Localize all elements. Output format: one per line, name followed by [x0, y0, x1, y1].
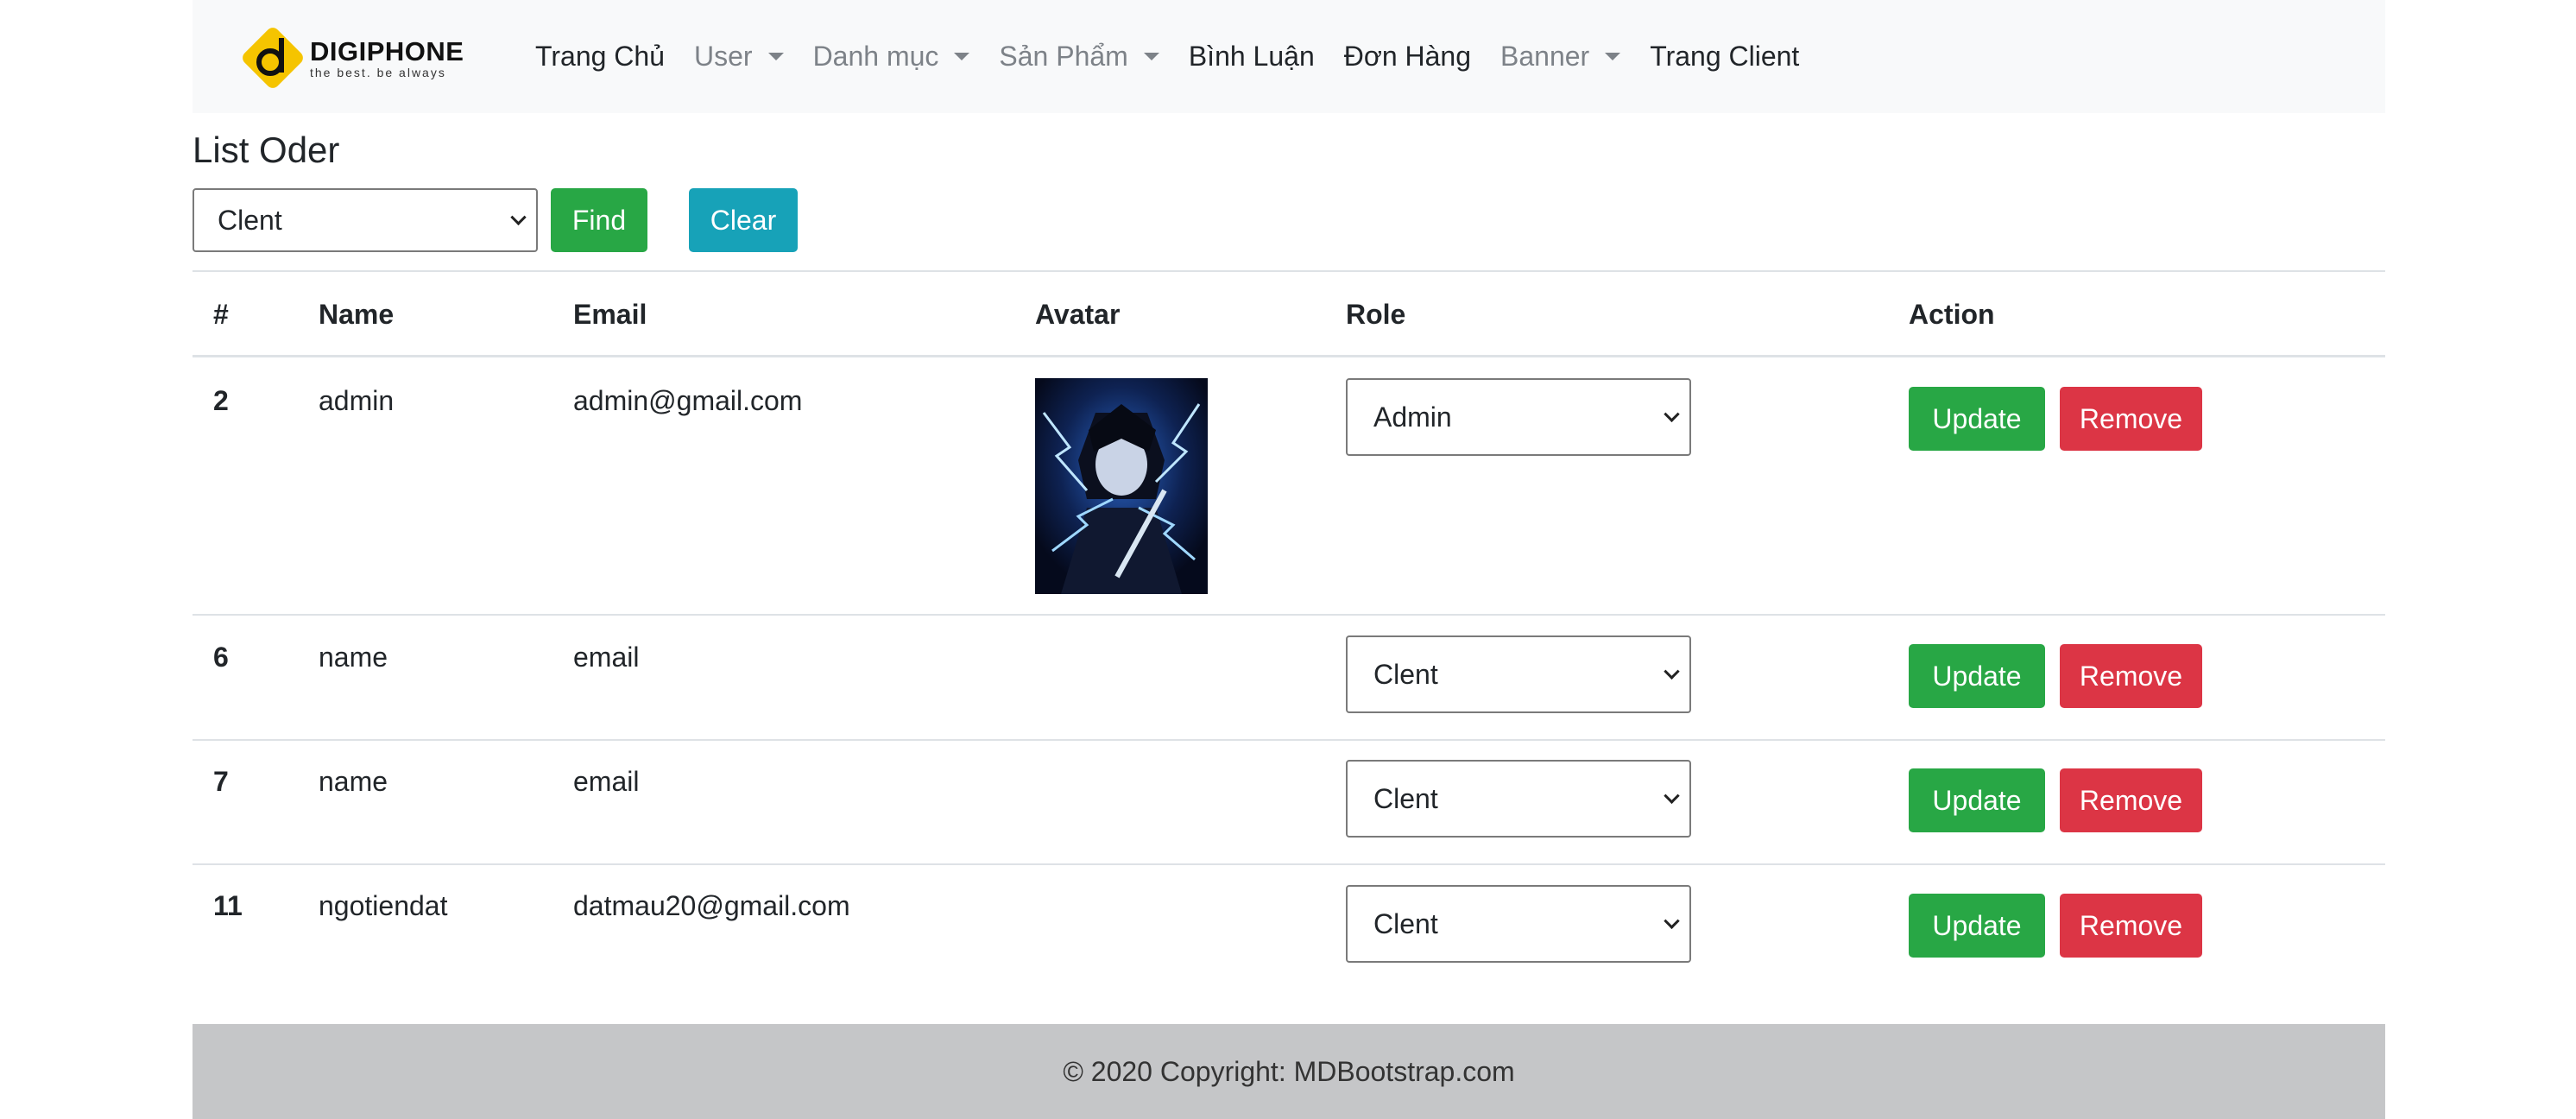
footer-copyright: © 2020 Copyright: MDBootstrap.com — [1063, 1055, 1515, 1087]
nav-item-label: Danh mục — [812, 41, 939, 72]
table-top-border — [193, 270, 2385, 272]
nav-item-label: Đơn Hàng — [1343, 41, 1472, 72]
role-select[interactable]: Clent — [1346, 760, 1691, 838]
header-id: # — [213, 299, 229, 330]
nav-item-danh-muc-dropdown[interactable]: Danh mục — [799, 41, 985, 73]
nav-item-binh-luan[interactable]: Bình Luận — [1174, 41, 1329, 73]
cell-name: ngotiendat — [319, 890, 448, 921]
cell-name: name — [319, 642, 388, 673]
chevron-down-icon — [1664, 406, 1680, 422]
digiphone-logo-icon — [237, 22, 308, 93]
nav-item-label: Trang Chủ — [535, 41, 665, 72]
cell-name: name — [319, 766, 388, 797]
nav-item-label: User — [694, 41, 753, 72]
role-select-value: Clent — [1373, 658, 1438, 690]
page-title: List Oder — [193, 130, 340, 170]
brand-name: DIGIPHONE — [310, 35, 464, 66]
role-select[interactable]: Clent — [1346, 885, 1691, 963]
main-nav: Trang Chủ User Danh mục Sản Phẩm Bình Lu… — [521, 0, 1814, 113]
nav-item-label: Sản Phẩm — [999, 41, 1128, 72]
nav-item-trang-chu[interactable]: Trang Chủ — [521, 41, 679, 73]
cell-email: datmau20@gmail.com — [573, 890, 850, 921]
footer: © 2020 Copyright: MDBootstrap.com — [193, 1024, 2385, 1119]
caret-down-icon — [767, 53, 784, 60]
role-select-value: Clent — [1373, 907, 1438, 939]
chevron-down-icon — [1664, 787, 1680, 804]
remove-button[interactable]: Remove — [2060, 644, 2202, 708]
cell-id: 11 — [213, 890, 243, 921]
caret-down-icon — [1605, 53, 1621, 60]
update-button[interactable]: Update — [1909, 768, 2045, 832]
header-action: Action — [1909, 299, 1995, 330]
row-divider — [193, 614, 2385, 616]
find-button[interactable]: Find — [551, 188, 647, 252]
nav-item-san-pham-dropdown[interactable]: Sản Phẩm — [984, 41, 1173, 73]
role-filter-value: Clent — [218, 204, 282, 236]
row-divider — [193, 863, 2385, 865]
role-filter-select[interactable]: Clent — [193, 188, 538, 252]
header-role: Role — [1346, 299, 1406, 330]
navbar: DIGIPHONE the best. be always Trang Chủ … — [193, 0, 2385, 113]
role-select[interactable]: Clent — [1346, 635, 1691, 713]
row-divider — [193, 739, 2385, 741]
update-button[interactable]: Update — [1909, 894, 2045, 958]
avatar-image — [1035, 378, 1208, 594]
chevron-down-icon — [1664, 663, 1680, 680]
clear-button[interactable]: Clear — [689, 188, 798, 252]
nav-item-don-hang[interactable]: Đơn Hàng — [1329, 41, 1486, 73]
nav-item-label: Banner — [1500, 41, 1590, 72]
nav-item-label: Trang Client — [1650, 41, 1800, 72]
update-button[interactable]: Update — [1909, 387, 2045, 451]
cell-email: admin@gmail.com — [573, 385, 803, 416]
cell-id: 6 — [213, 642, 229, 673]
remove-button[interactable]: Remove — [2060, 387, 2202, 451]
page-container: DIGIPHONE the best. be always Trang Chủ … — [193, 0, 2385, 1119]
brand-text: DIGIPHONE the best. be always — [310, 38, 464, 79]
chevron-down-icon — [510, 209, 527, 225]
caret-down-icon — [1143, 53, 1159, 60]
cell-id: 2 — [213, 385, 229, 416]
role-select-value: Clent — [1373, 782, 1438, 814]
table-header-border — [193, 355, 2385, 357]
nav-item-trang-client[interactable]: Trang Client — [1635, 41, 1814, 73]
role-select[interactable]: Admin — [1346, 378, 1691, 456]
caret-down-icon — [954, 53, 970, 60]
remove-button[interactable]: Remove — [2060, 894, 2202, 958]
header-email: Email — [573, 299, 647, 330]
cell-name: admin — [319, 385, 395, 416]
header-avatar: Avatar — [1035, 299, 1121, 330]
cell-email: email — [573, 642, 640, 673]
cell-id: 7 — [213, 766, 229, 797]
brand-logo-link[interactable]: DIGIPHONE the best. be always — [237, 19, 470, 97]
update-button[interactable]: Update — [1909, 644, 2045, 708]
header-name: Name — [319, 299, 395, 330]
nav-item-banner-dropdown[interactable]: Banner — [1486, 41, 1635, 73]
role-select-value: Admin — [1373, 401, 1452, 433]
cell-email: email — [573, 766, 640, 797]
brand-tagline: the best. be always — [310, 65, 446, 79]
nav-item-label: Bình Luận — [1188, 41, 1315, 72]
nav-item-user-dropdown[interactable]: User — [679, 41, 799, 73]
chevron-down-icon — [1664, 913, 1680, 929]
remove-button[interactable]: Remove — [2060, 768, 2202, 832]
